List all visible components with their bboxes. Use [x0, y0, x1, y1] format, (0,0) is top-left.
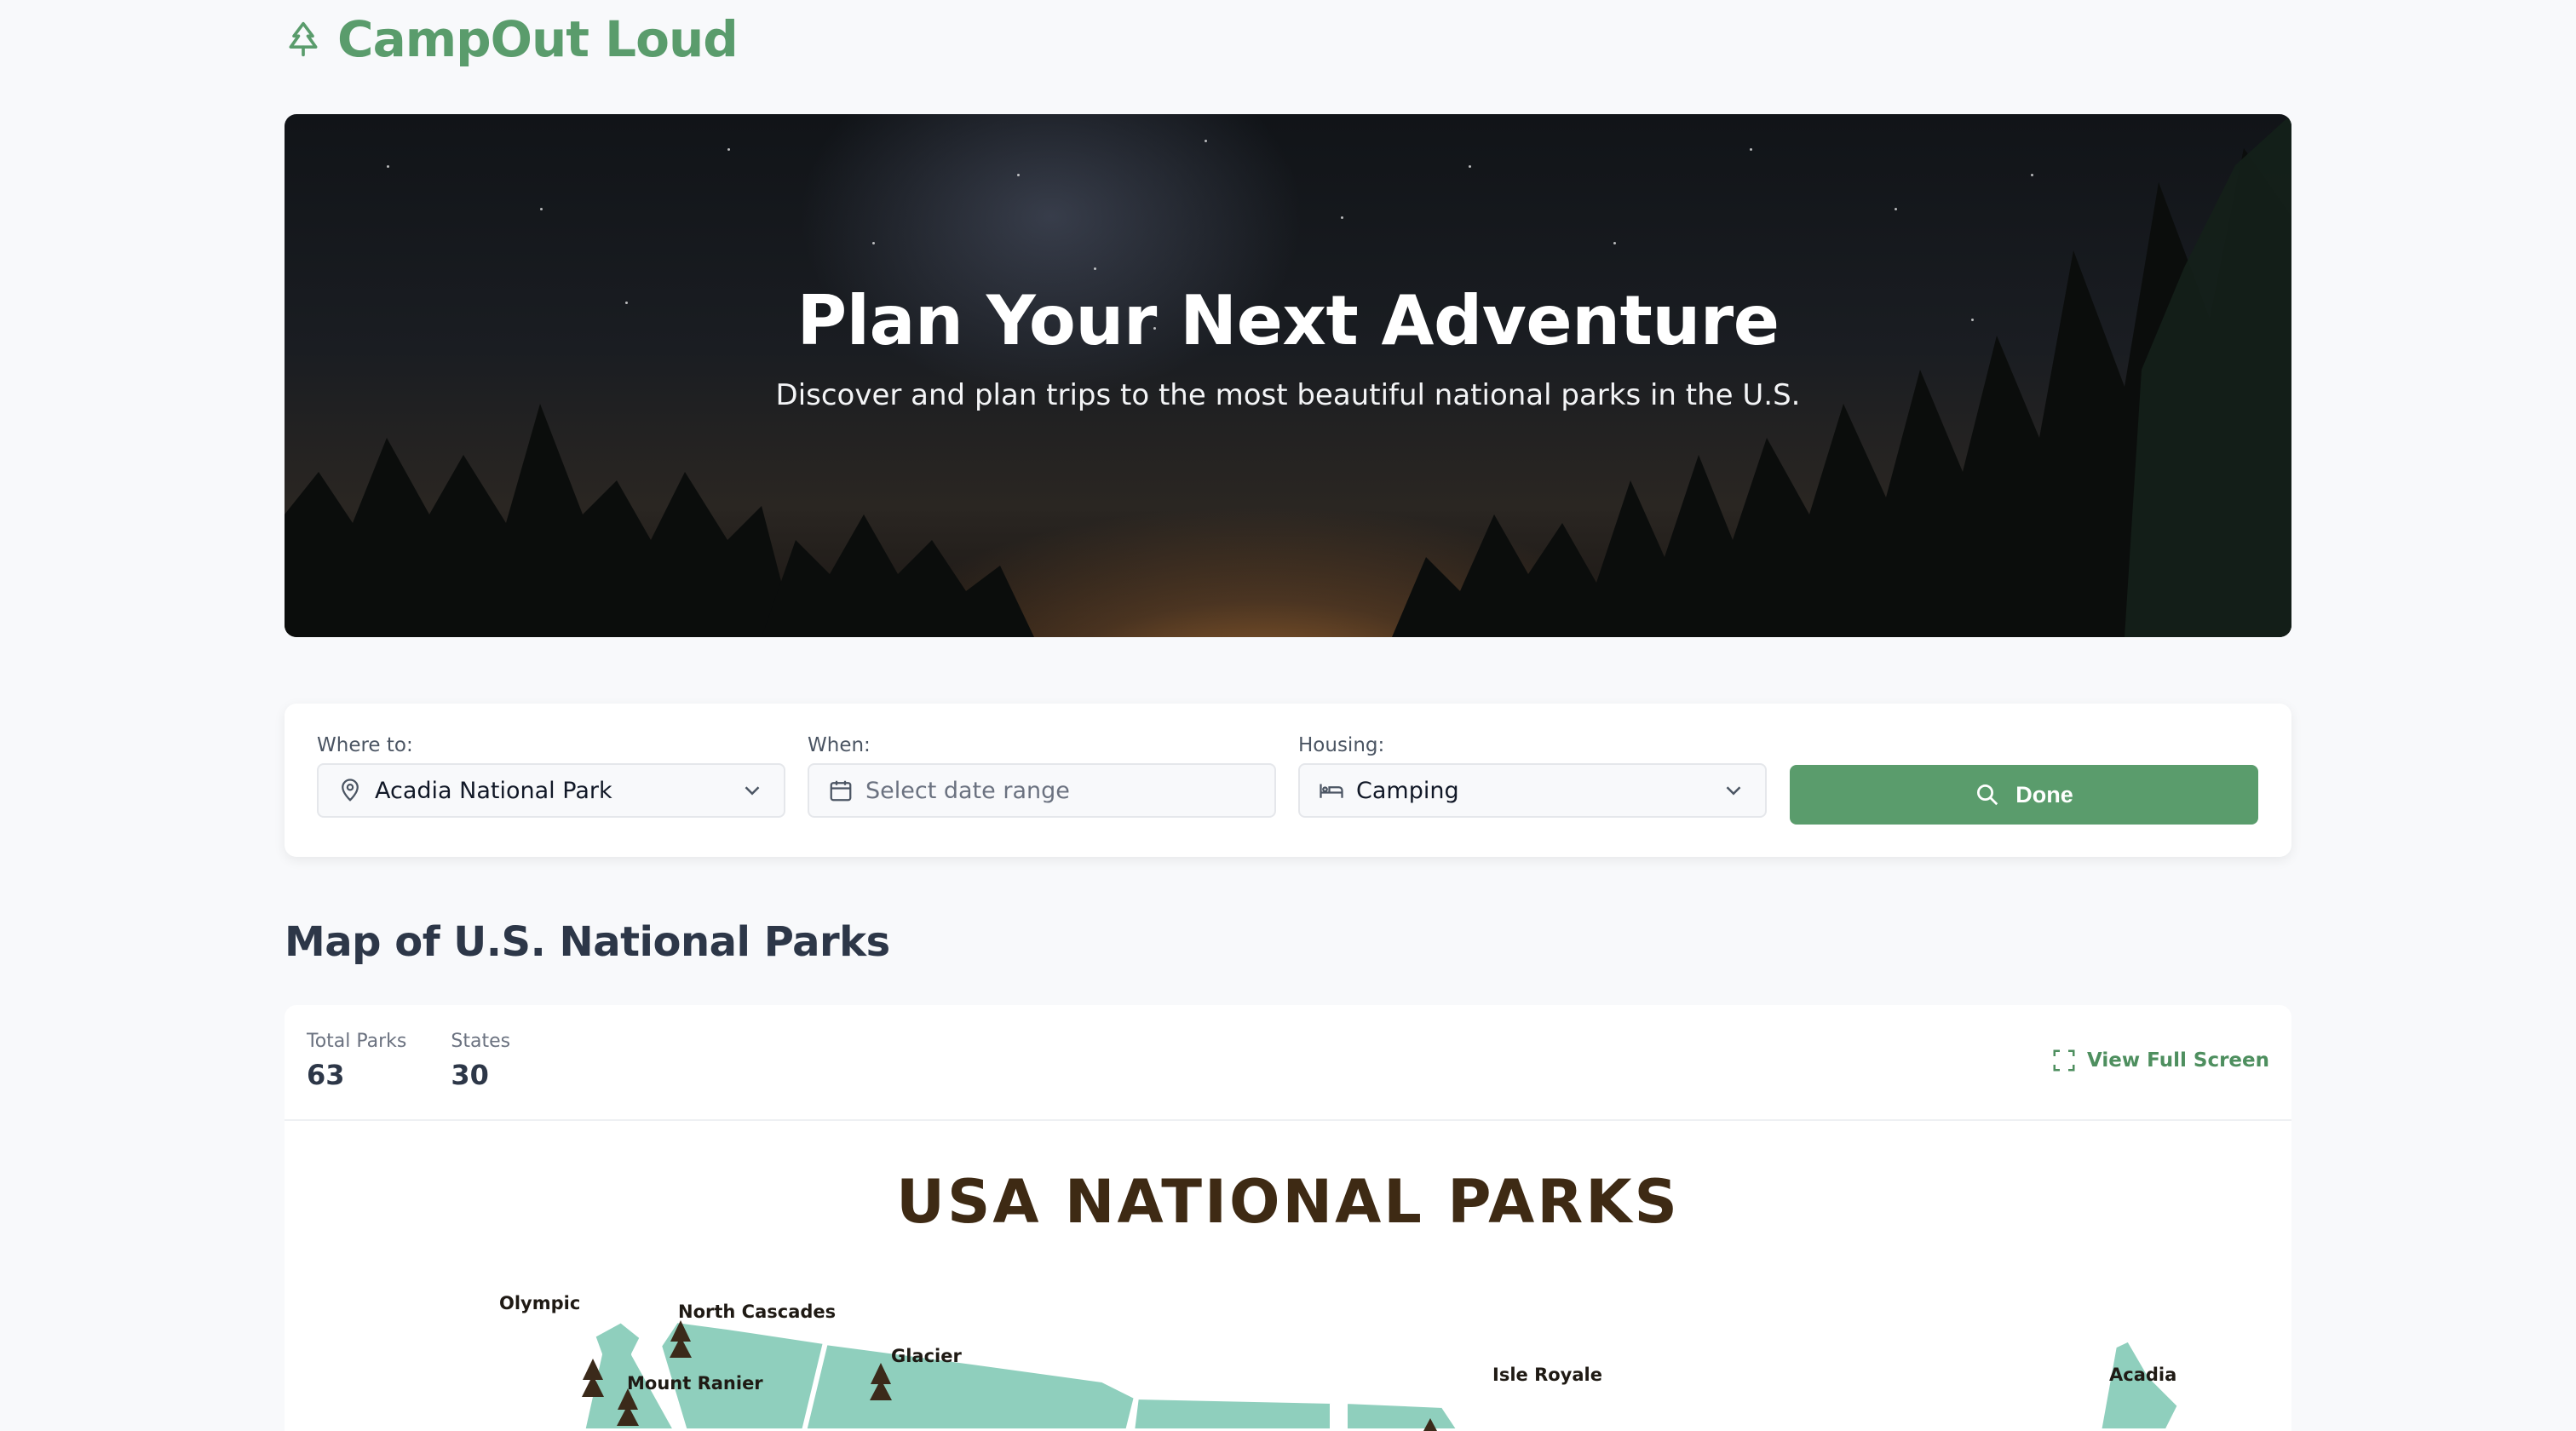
stat-total-parks: Total Parks 63 [307, 1031, 406, 1091]
hero-banner: Plan Your Next Adventure Discover and pl… [285, 114, 2291, 637]
chevron-down-icon [1726, 786, 1741, 796]
when-label: When: [808, 734, 871, 756]
hero-subtitle: Discover and plan trips to the most beau… [775, 378, 1801, 412]
housing-field: Housing: Camping [1298, 734, 1767, 818]
housing-value: Camping [1356, 777, 1459, 804]
where-value: Acadia National Park [375, 777, 612, 804]
where-field: Where to: Acadia National Park [317, 734, 785, 818]
chevron-down-icon [745, 786, 760, 796]
pine-tree-icon [289, 21, 318, 57]
expand-icon [2053, 1049, 2075, 1072]
usa-parks-map[interactable] [285, 1261, 2291, 1431]
search-icon [1977, 784, 1998, 806]
park-label-acadia[interactable]: Acadia [2109, 1365, 2176, 1385]
park-label-north-cascades[interactable]: North Cascades [678, 1302, 836, 1322]
housing-label: Housing: [1298, 734, 1385, 756]
view-full-screen-button[interactable]: View Full Screen [2051, 1048, 2269, 1073]
view-full-screen-label: View Full Screen [2087, 1049, 2269, 1072]
bed-icon [1320, 784, 1343, 798]
page: CampOut Loud Plan Your Next Adventure Di… [0, 0, 2576, 1431]
park-label-mount-ranier[interactable]: Mount Ranier [627, 1373, 763, 1394]
brand-name: CampOut Loud [337, 10, 739, 68]
done-button-label: Done [2015, 781, 2073, 807]
date-range-input[interactable]: Select date range [808, 763, 1276, 818]
park-label-glacier[interactable]: Glacier [891, 1346, 962, 1366]
map-stats: Total Parks 63 States 30 [307, 1031, 510, 1091]
hero-tree-silhouette [285, 114, 2291, 637]
housing-select[interactable]: Camping [1298, 763, 1767, 818]
card-divider [285, 1119, 2291, 1121]
where-label: Where to: [317, 734, 413, 756]
parks-map-card: Total Parks 63 States 30 View Full Scree… [285, 1005, 2291, 1431]
when-field: When: Select date range [808, 734, 1276, 818]
date-range-placeholder: Select date range [865, 777, 1070, 804]
map-pin-icon [342, 779, 359, 802]
calendar-icon [830, 780, 852, 802]
brand[interactable]: CampOut Loud [285, 10, 739, 68]
map-image-title: USA NATIONAL PARKS [896, 1167, 1680, 1237]
stat-label: States [451, 1031, 511, 1052]
map-section-title: Map of U.S. National Parks [285, 918, 890, 966]
stat-value: 63 [307, 1059, 345, 1091]
stat-value: 30 [451, 1059, 489, 1091]
where-select[interactable]: Acadia National Park [317, 763, 785, 818]
stat-states: States 30 [451, 1031, 510, 1091]
park-label-olympic[interactable]: Olympic [499, 1293, 580, 1313]
trip-search-form: Where to: Acadia National Park When: Sel… [285, 704, 2291, 857]
park-label-isle-royale[interactable]: Isle Royale [1492, 1365, 1602, 1385]
hero-title: Plan Your Next Adventure [796, 281, 1780, 360]
stat-label: Total Parks [307, 1031, 407, 1052]
done-button[interactable]: Done [1790, 765, 2258, 825]
